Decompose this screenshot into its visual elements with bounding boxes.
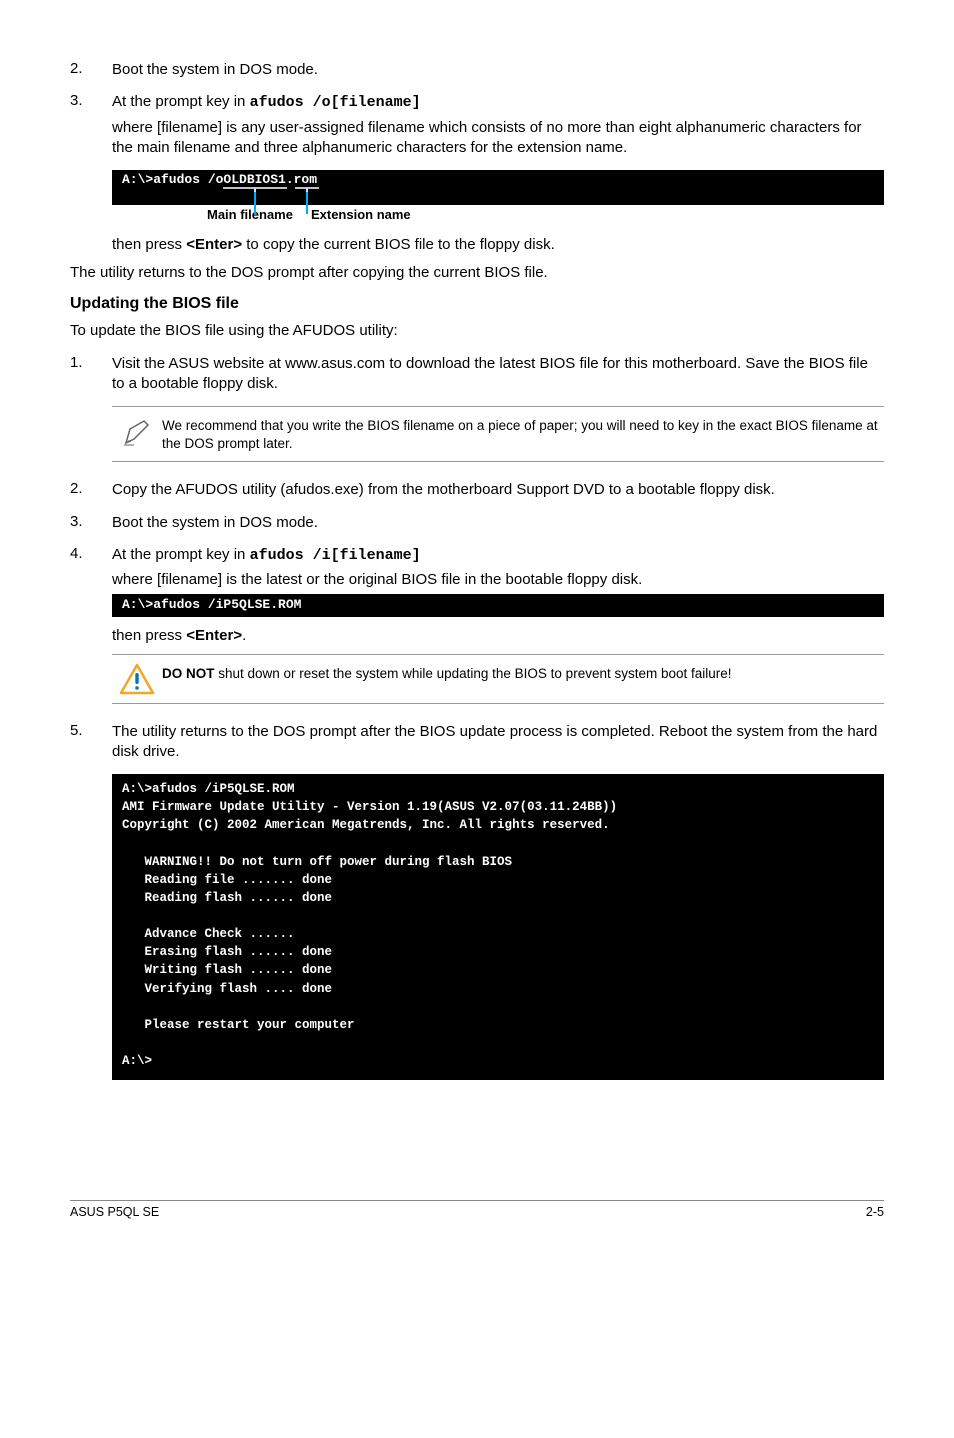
update-step-2: 2. Copy the AFUDOS utility (afudos.exe) … — [70, 480, 884, 500]
footer-rule — [70, 1200, 884, 1201]
footer-right: 2-5 — [866, 1205, 884, 1219]
u3-num: 3. — [70, 513, 112, 533]
warning-icon — [112, 663, 162, 695]
step-2-text: Boot the system in DOS mode. — [112, 60, 884, 80]
warn-a: DO NOT — [162, 666, 215, 681]
u5-num: 5. — [70, 722, 112, 763]
code-block-2: A:\>afudos /iP5QLSE.ROM — [112, 594, 884, 616]
then-press-2: then press <Enter>. — [112, 627, 884, 644]
step-2: 2. Boot the system in DOS mode. — [70, 60, 884, 80]
step-3-cmd: afudos /o[filename] — [250, 94, 421, 111]
u4-body: At the prompt key in afudos /i[filename]… — [112, 545, 884, 591]
u1-text: Visit the ASUS website at www.asus.com t… — [112, 354, 884, 395]
then1-c: to copy the current BIOS file to the flo… — [242, 236, 555, 253]
u1-num: 1. — [70, 354, 112, 395]
update-step-1: 1. Visit the ASUS website at www.asus.co… — [70, 354, 884, 395]
then1-b: <Enter> — [186, 236, 242, 253]
u4-num: 4. — [70, 545, 112, 591]
then-press-1: then press <Enter> to copy the current B… — [112, 236, 884, 253]
warn-b: shut down or reset the system while upda… — [215, 666, 732, 681]
warning-text: DO NOT shut down or reset the system whi… — [162, 663, 884, 683]
step-3-num: 3. — [70, 92, 112, 158]
u2-text: Copy the AFUDOS utility (afudos.exe) fro… — [112, 480, 884, 500]
u2-num: 2. — [70, 480, 112, 500]
u5-text: The utility returns to the DOS prompt af… — [112, 722, 884, 763]
note-box-warning: DO NOT shut down or reset the system whi… — [112, 654, 884, 704]
filename-bracket-icon — [223, 184, 343, 216]
pencil-icon — [112, 415, 162, 449]
then1-a: then press — [112, 236, 186, 253]
step-3-text-a: At the prompt key in — [112, 93, 250, 110]
code-block-1: A:\>afudos /oOLDBIOS1.rom — [112, 170, 884, 205]
footer: ASUS P5QL SE 2-5 — [70, 1205, 884, 1219]
step-3: 3. At the prompt key in afudos /o[filena… — [70, 92, 884, 158]
update-intro: To update the BIOS file using the AFUDOS… — [70, 321, 884, 341]
u4-text-b: where [filename] is the latest or the or… — [112, 570, 884, 590]
step-3-text-b: where [filename] is any user-assigned fi… — [112, 118, 884, 159]
note-box-info: We recommend that you write the BIOS fil… — [112, 406, 884, 462]
update-step-4: 4. At the prompt key in afudos /i[filena… — [70, 545, 884, 591]
then2-b: <Enter> — [186, 627, 242, 644]
u4-cmd: afudos /i[filename] — [250, 547, 421, 564]
u4-text-a: At the prompt key in — [112, 546, 250, 563]
utility-returns: The utility returns to the DOS prompt af… — [70, 263, 884, 283]
footer-left: ASUS P5QL SE — [70, 1205, 159, 1219]
u3-text: Boot the system in DOS mode. — [112, 513, 884, 533]
step-3-body: At the prompt key in afudos /o[filename]… — [112, 92, 884, 158]
update-step-3: 3. Boot the system in DOS mode. — [70, 513, 884, 533]
step-2-num: 2. — [70, 60, 112, 80]
then2-c: . — [242, 627, 246, 644]
section-heading: Updating the BIOS file — [70, 295, 884, 313]
note1-text: We recommend that you write the BIOS fil… — [162, 415, 884, 453]
update-step-5: 5. The utility returns to the DOS prompt… — [70, 722, 884, 763]
then2-a: then press — [112, 627, 186, 644]
terminal-output: A:\>afudos /iP5QLSE.ROM AMI Firmware Upd… — [112, 774, 884, 1080]
